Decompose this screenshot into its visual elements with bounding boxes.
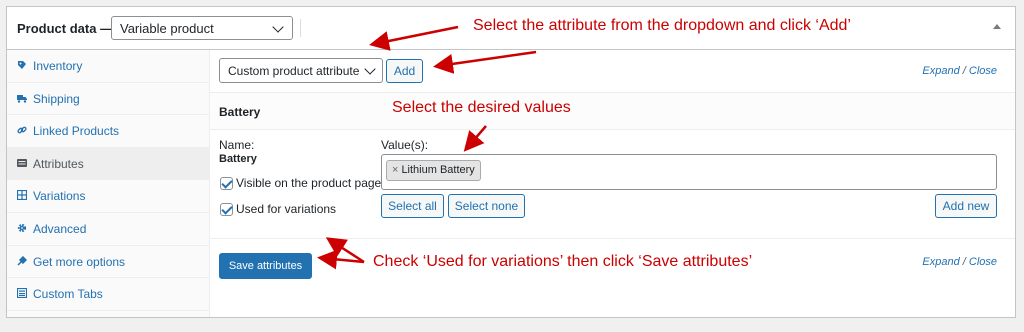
header-divider	[300, 19, 301, 37]
list-icon	[17, 158, 27, 167]
tab-label: Inventory	[33, 59, 83, 73]
attribute-header[interactable]: Battery	[210, 93, 1015, 130]
select-none-button[interactable]: Select none	[448, 194, 525, 218]
chevron-down-icon	[272, 21, 284, 33]
add-new-value-button[interactable]: Add new	[935, 194, 997, 218]
tab-label: Custom Tabs	[33, 287, 103, 302]
visible-on-product-page-label: Visible on the product page	[236, 176, 382, 190]
visible-on-product-page-checkbox[interactable]	[220, 177, 233, 190]
plugin-icon	[17, 255, 27, 266]
annotation-middle: Select the desired values	[392, 99, 571, 116]
collapse-toggle-icon[interactable]	[993, 24, 1001, 29]
select-all-button[interactable]: Select all	[381, 194, 444, 218]
tab-get-more-options[interactable]: Get more options	[7, 246, 209, 279]
truck-icon	[17, 94, 27, 103]
values-input[interactable]: × Lithium Battery	[381, 154, 997, 190]
gear-icon	[17, 223, 27, 233]
tab-label: Get more options	[33, 254, 126, 269]
product-data-tabs: Inventory Shipping Linked Products Attri…	[7, 50, 210, 317]
attribute-body: Name: Battery Visible on the product pag…	[210, 130, 1015, 239]
attributes-toolbar: Custom product attribute Add Expand / Cl…	[210, 50, 1015, 93]
tab-label: Advanced	[33, 221, 87, 236]
used-for-variations-checkbox[interactable]	[220, 203, 233, 216]
expand-close-links: Expand / Close	[922, 65, 997, 77]
expand-close-links-bottom: Expand / Close	[922, 256, 997, 268]
expand-link[interactable]: Expand	[922, 65, 959, 77]
attributes-footer: Save attributes Expand / Close	[210, 239, 1015, 317]
tab-variations[interactable]: Variations	[7, 180, 209, 213]
tab-label: Variations	[33, 189, 86, 204]
tab-shipping[interactable]: Shipping	[7, 83, 209, 116]
link-icon	[17, 126, 27, 134]
grid-icon	[17, 190, 27, 201]
name-label: Name:	[219, 138, 255, 152]
values-label: Value(s):	[381, 138, 429, 152]
expand-link[interactable]: Expand	[922, 256, 959, 268]
tab-label: Linked Products	[33, 124, 120, 139]
panel-title: Product data —	[17, 21, 114, 36]
tab-custom-tabs[interactable]: Custom Tabs	[7, 278, 209, 311]
attribute-name-value: Battery	[219, 153, 257, 165]
attribute-header-title: Battery	[219, 105, 261, 119]
attributes-panel: Custom product attribute Add Expand / Cl…	[210, 50, 1015, 317]
tabs-icon	[17, 288, 27, 299]
tab-linked-products[interactable]: Linked Products	[7, 115, 209, 148]
add-attribute-button[interactable]: Add	[386, 59, 423, 83]
tab-label: Attributes	[33, 156, 84, 171]
attribute-select-value: Custom product attribute	[228, 64, 360, 78]
remove-value-icon[interactable]: ×	[392, 164, 398, 176]
close-link[interactable]: Close	[969, 65, 997, 77]
save-attributes-button[interactable]: Save attributes	[219, 253, 312, 279]
value-chip: × Lithium Battery	[386, 160, 481, 181]
tab-attributes[interactable]: Attributes	[7, 147, 209, 181]
close-link[interactable]: Close	[969, 256, 997, 268]
tab-inventory[interactable]: Inventory	[7, 50, 209, 83]
value-chip-label: Lithium Battery	[401, 164, 475, 176]
chevron-down-icon	[364, 63, 376, 75]
tab-label: Shipping	[33, 91, 80, 106]
tab-advanced[interactable]: Advanced	[7, 213, 209, 246]
annotation-bottom: Check ‘Used for variations’ then click ‘…	[373, 253, 753, 270]
attribute-select[interactable]: Custom product attribute	[219, 58, 383, 83]
product-data-panel: Product data — Variable product Inventor…	[6, 6, 1016, 318]
product-type-select[interactable]: Variable product	[111, 16, 293, 40]
annotation-top: Select the attribute from the dropdown a…	[473, 17, 851, 34]
product-type-value: Variable product	[120, 21, 214, 36]
inventory-icon	[18, 61, 26, 69]
link-separator: /	[962, 65, 966, 77]
link-separator: /	[962, 256, 966, 268]
used-for-variations-label: Used for variations	[236, 202, 337, 216]
